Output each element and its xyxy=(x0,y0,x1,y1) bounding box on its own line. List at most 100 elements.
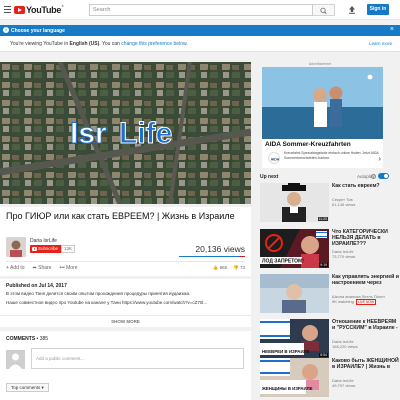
subscriber-count: 13K xyxy=(61,245,76,253)
view-count: 20,136 views xyxy=(195,244,245,254)
user-avatar xyxy=(6,350,25,369)
dislike-ratio-bar xyxy=(239,256,245,257)
close-icon[interactable]: × xyxy=(390,26,394,33)
related-views: 61,145 views xyxy=(332,202,356,207)
svg-text:Isr: Isr xyxy=(70,117,107,150)
guide-menu-icon[interactable] xyxy=(4,6,11,13)
chevron-right-icon: › xyxy=(378,154,381,163)
ad-subtitle: Kreuzfahrt-Spezialangebote einfach onlin… xyxy=(284,151,379,160)
language-message: You're viewing YouTube in English (US). … xyxy=(10,41,188,47)
action-bar: + Add to ➦ Share ••• More xyxy=(6,265,78,271)
ad-title: AIDA Sommer-Kreuzfahrten xyxy=(265,141,351,148)
current-language: English (US) xyxy=(69,41,100,47)
language-banner-header: i Choose your language × xyxy=(0,25,400,36)
related-views: 168,220 views xyxy=(332,344,358,349)
more-button[interactable]: ••• More xyxy=(59,265,77,271)
ad-image-couple xyxy=(262,67,383,139)
related-video[interactable]: НЕЕВРЕИ В ИЗРАИЛЕ 8:54 Отношение к НЕЕВР… xyxy=(260,319,400,360)
sort-comments-dropdown[interactable]: Top comments ▾ xyxy=(6,383,49,392)
video-player[interactable]: Isr Life xyxy=(0,62,251,204)
masthead: YouTube IL Sign in xyxy=(0,0,400,20)
video-title: Про ГИЮР или как стать ЕВРЕЕМ? | Жизнь в… xyxy=(6,211,235,221)
search-button[interactable] xyxy=(313,4,335,16)
related-title: Каково быть ЖЕНЩИНОЙ в ИЗРАИЛЕ? | Жизнь … xyxy=(332,358,399,370)
aida-logo: AIDA xyxy=(268,152,280,164)
advertisement-label: Advertisement xyxy=(308,62,332,66)
related-video[interactable]: ЛОД ЗАПРЕТОМ! 9:19 Что КАТЕГОРИЧЕСКИ НЕЛ… xyxy=(260,229,400,270)
subscribe-label: Subscribe xyxy=(38,246,59,251)
related-views: 49,797 views xyxy=(332,383,356,388)
related-title: Как управлять энергией и настроением чер… xyxy=(332,274,399,286)
logo-country-code: IL xyxy=(61,4,65,8)
autoplay-toggle[interactable] xyxy=(378,173,389,179)
channel-avatar[interactable] xyxy=(6,237,26,257)
thumbnail-image xyxy=(260,274,329,313)
video-info-card: Про ГИЮР или как стать ЕВРЕЕМ? | Жизнь в… xyxy=(0,207,251,276)
show-more-button[interactable]: SHOW MORE xyxy=(0,315,251,324)
upload-icon xyxy=(349,6,355,14)
description-line-2: Наше совместное видео про Youtube на кан… xyxy=(6,300,208,305)
info-icon[interactable]: i xyxy=(371,174,376,179)
related-views: 73,770 views xyxy=(332,254,356,259)
related-video[interactable]: 11:20 Как стать евреем? Секрет Тов 61,14… xyxy=(260,183,400,224)
add-to-label: Add to xyxy=(10,265,25,271)
related-title: Отношение к НЕЕВРЕЯМ и "РУССКИМ" в Израи… xyxy=(332,319,398,331)
search-icon xyxy=(320,7,327,14)
language-banner-body: You're viewing YouTube in English (US). … xyxy=(0,36,400,52)
related-title: Как стать евреем? xyxy=(332,183,380,189)
related-thumbnail: ЛОД ЗАПРЕТОМ! 9:19 xyxy=(260,229,329,268)
description-card: Published on Jul 14, 2017 В этом видео Т… xyxy=(0,279,251,327)
watching-count: 9K watching xyxy=(332,299,354,304)
search-input[interactable] xyxy=(89,4,313,16)
publish-date: Published on Jul 14, 2017 xyxy=(6,283,67,289)
comments-header: COMMENTS • 385 xyxy=(6,336,49,342)
like-count: 865 xyxy=(219,265,228,270)
youtube-logo[interactable]: YouTube IL xyxy=(14,4,65,15)
like-dislike: 👍 865 👎 73 xyxy=(213,265,245,271)
description-line-1: В этом видео Таня делится своим опытом п… xyxy=(6,291,191,296)
language-message-mid: . You can xyxy=(99,41,122,47)
video-duration: 11:20 xyxy=(317,216,328,221)
share-button[interactable]: ➦ Share xyxy=(33,265,52,271)
divider xyxy=(6,261,245,262)
related-views: 9K watching LIVE NOW xyxy=(332,299,377,305)
language-message-suffix: . xyxy=(186,41,188,47)
subscribe-button[interactable]: Subscribe 13K xyxy=(30,245,76,253)
channel-name-link[interactable]: Daria IsrLife xyxy=(30,238,57,244)
comment-input[interactable] xyxy=(31,348,244,369)
chevron-down-icon: ▾ xyxy=(41,385,44,390)
related-title: Что КАТЕГОРИЧЕСКИ НЕЛЬЗЯ ДЕЛАТЬ в ИЗРАИЛ… xyxy=(332,229,388,247)
upload-button[interactable] xyxy=(348,5,356,14)
like-button[interactable]: 👍 865 xyxy=(213,265,227,271)
thumbnail-text: ЖЕНЩИНЫ В ИЗРАИЛЕ xyxy=(261,386,313,391)
related-thumbnail: ЖЕНЩИНЫ В ИЗРАИЛЕ xyxy=(260,358,329,397)
thumbs-down-icon: 👎 xyxy=(233,265,239,270)
language-banner-title: Choose your language xyxy=(11,27,65,34)
youtube-play-icon xyxy=(14,6,25,14)
related-video[interactable]: ЖЕНЩИНЫ В ИЗРАИЛЕ Каково быть ЖЕНЩИНОЙ в… xyxy=(260,358,400,399)
sidebar: Advertisement AIDA Sommer-Kreuzfahrten A… xyxy=(257,62,400,400)
channel-avatar-image xyxy=(6,237,26,257)
up-next-heading: Up next xyxy=(260,174,279,180)
info-icon: i xyxy=(3,27,9,33)
isrlife-watermark-logo: Isr Life xyxy=(70,117,173,151)
learn-more-link[interactable]: Learn more xyxy=(369,41,392,46)
youtube-subscribe-icon xyxy=(32,247,37,251)
change-preference-link[interactable]: change this preference below xyxy=(121,41,186,47)
svg-text:Life: Life xyxy=(119,117,172,150)
add-to-button[interactable]: + Add to xyxy=(6,265,25,271)
video-duration: 9:19 xyxy=(319,262,328,267)
related-thumbnail xyxy=(260,274,329,313)
aida-logo-text: AIDA xyxy=(271,158,280,162)
video-duration: 8:54 xyxy=(319,352,328,357)
advertisement-banner[interactable]: AIDA Sommer-Kreuzfahrten AIDA Kreuzfahrt… xyxy=(262,67,383,168)
related-thumbnail: НЕЕВРЕИ В ИЗРАИЛЕ 8:54 xyxy=(260,319,329,358)
logo-text: YouTube xyxy=(26,5,62,15)
dislike-count: 73 xyxy=(239,265,245,270)
dislike-button[interactable]: 👎 73 xyxy=(233,265,245,271)
related-video[interactable]: Как управлять энергией и настроением чер… xyxy=(260,274,400,315)
subscribe-label-wrap: Subscribe xyxy=(30,245,62,253)
thumbnail-text: НЕЕВРЕИ В ИЗРАИЛЕ xyxy=(262,349,310,354)
like-ratio-bar xyxy=(179,256,245,257)
sign-in-button[interactable]: Sign in xyxy=(367,4,389,15)
